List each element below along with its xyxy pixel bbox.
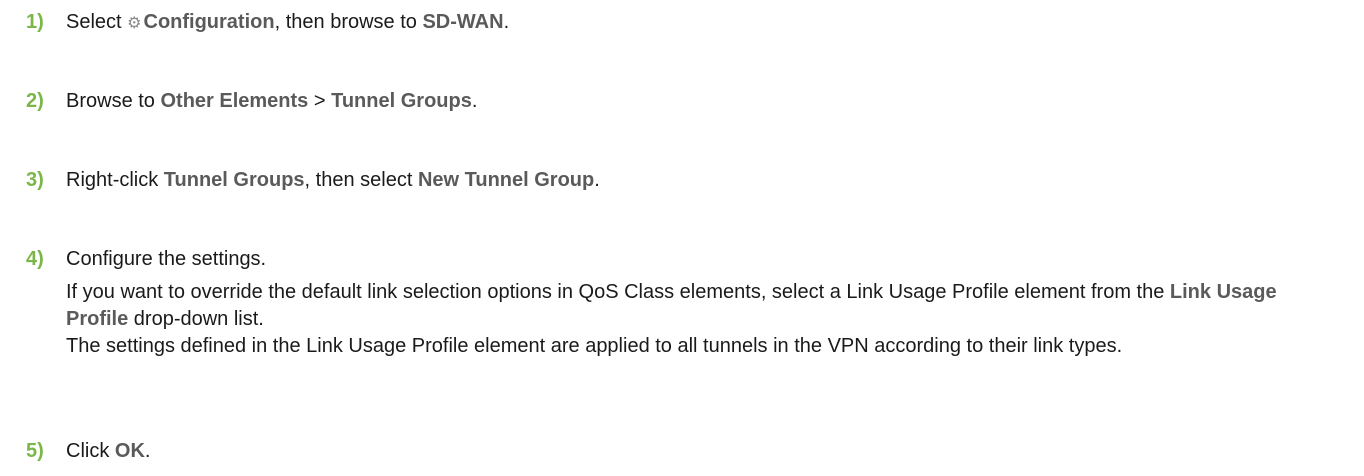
ui-label-new-tunnel-group: New Tunnel Group — [417, 169, 595, 191]
gear-icon: ⚙ — [127, 15, 142, 32]
step-text: Click OK. — [66, 440, 151, 462]
step-text: Select ⚙ Configuration, then browse to SD… — [66, 8, 1316, 38]
step-text: Right-click Tunnel Groups, then select N… — [66, 169, 600, 191]
step-number: 2) — [26, 90, 44, 112]
step-text: Browse to Other Elements > Tunnel Groups… — [66, 90, 478, 112]
step-number: 5) — [26, 440, 44, 462]
ui-label-ok: OK — [114, 440, 145, 462]
step-number: 4) — [26, 248, 44, 270]
step-detail: If you want to override the default link… — [66, 281, 1277, 330]
step-text: Configure the settings. If you want to o… — [66, 245, 1316, 360]
ui-label-tunnel-groups: Tunnel Groups — [163, 169, 305, 191]
ui-label-sd-wan: SD-WAN — [422, 11, 504, 33]
step-number: 3) — [26, 169, 44, 191]
step-number: 1) — [26, 11, 44, 33]
ui-label-tunnel-groups: Tunnel Groups — [331, 90, 472, 112]
ui-label-configuration: Configuration — [143, 11, 275, 33]
ui-label-other-elements: Other Elements — [160, 90, 309, 112]
step-intro: Configure the settings. — [66, 248, 267, 270]
step-note: The settings defined in the Link Usage P… — [66, 335, 1123, 357]
